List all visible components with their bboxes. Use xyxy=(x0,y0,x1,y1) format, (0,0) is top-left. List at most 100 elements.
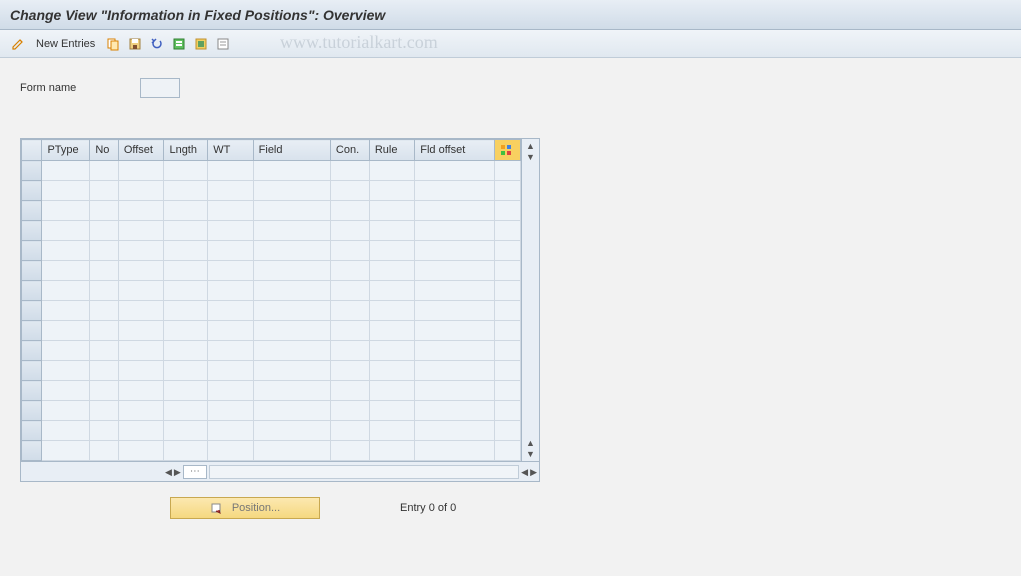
grid-cell[interactable] xyxy=(369,361,414,381)
grid-cell[interactable] xyxy=(42,261,90,281)
grid-cell[interactable] xyxy=(164,181,208,201)
grid-cell[interactable] xyxy=(415,321,495,341)
grid-cell[interactable] xyxy=(369,421,414,441)
row-selector[interactable] xyxy=(22,441,42,461)
grid-cell[interactable] xyxy=(369,441,414,461)
grid-cell[interactable] xyxy=(164,301,208,321)
grid-cell[interactable] xyxy=(415,361,495,381)
grid-cell[interactable] xyxy=(253,421,330,441)
col-wt[interactable]: WT xyxy=(208,140,253,161)
grid-cell[interactable] xyxy=(253,301,330,321)
grid-cell[interactable] xyxy=(494,201,520,221)
grid-cell[interactable] xyxy=(90,441,118,461)
grid-cell[interactable] xyxy=(415,301,495,321)
grid-cell[interactable] xyxy=(369,381,414,401)
col-ptype[interactable]: PType xyxy=(42,140,90,161)
grid-cell[interactable] xyxy=(208,381,253,401)
grid-cell[interactable] xyxy=(42,381,90,401)
grid-cell[interactable] xyxy=(494,241,520,261)
grid-cell[interactable] xyxy=(164,381,208,401)
grid-cell[interactable] xyxy=(42,421,90,441)
grid-cell[interactable] xyxy=(253,281,330,301)
grid-cell[interactable] xyxy=(90,161,118,181)
grid-cell[interactable] xyxy=(164,241,208,261)
grid-cell[interactable] xyxy=(369,241,414,261)
grid-cell[interactable] xyxy=(42,241,90,261)
grid-cell[interactable] xyxy=(415,441,495,461)
row-selector[interactable] xyxy=(22,421,42,441)
grid-cell[interactable] xyxy=(330,241,369,261)
grid-cell[interactable] xyxy=(42,161,90,181)
grid-cell[interactable] xyxy=(494,321,520,341)
grid-cell[interactable] xyxy=(330,381,369,401)
edit-icon[interactable] xyxy=(10,36,26,52)
grid-cell[interactable] xyxy=(330,221,369,241)
grid-cell[interactable] xyxy=(90,301,118,321)
new-entries-button[interactable]: New Entries xyxy=(36,38,95,50)
grid-cell[interactable] xyxy=(208,361,253,381)
grid-cell[interactable] xyxy=(208,241,253,261)
grid-cell[interactable] xyxy=(208,281,253,301)
grid-cell[interactable] xyxy=(118,321,164,341)
grid-cell[interactable] xyxy=(494,221,520,241)
grid-cell[interactable] xyxy=(164,261,208,281)
grid-cell[interactable] xyxy=(118,401,164,421)
grid-cell[interactable] xyxy=(494,401,520,421)
grid-cell[interactable] xyxy=(42,301,90,321)
grid-cell[interactable] xyxy=(253,161,330,181)
grid-cell[interactable] xyxy=(330,301,369,321)
grid-cell[interactable] xyxy=(164,281,208,301)
row-selector[interactable] xyxy=(22,301,42,321)
grid-cell[interactable] xyxy=(164,441,208,461)
row-selector[interactable] xyxy=(22,221,42,241)
grid-cell[interactable] xyxy=(330,401,369,421)
row-selector[interactable] xyxy=(22,261,42,281)
grid-cell[interactable] xyxy=(90,361,118,381)
grid-cell[interactable] xyxy=(42,441,90,461)
grid-cell[interactable] xyxy=(208,261,253,281)
grid-cell[interactable] xyxy=(118,181,164,201)
grid-cell[interactable] xyxy=(208,181,253,201)
grid-cell[interactable] xyxy=(330,441,369,461)
grid-cell[interactable] xyxy=(330,281,369,301)
grid-cell[interactable] xyxy=(90,381,118,401)
grid-cell[interactable] xyxy=(415,341,495,361)
grid-cell[interactable] xyxy=(330,361,369,381)
grid-cell[interactable] xyxy=(118,261,164,281)
grid-cell[interactable] xyxy=(90,341,118,361)
vertical-scrollbar[interactable]: ▲ ▼ ▲ ▼ xyxy=(521,139,539,461)
grid-cell[interactable] xyxy=(369,401,414,421)
grid-cell[interactable] xyxy=(118,361,164,381)
grid-cell[interactable] xyxy=(164,401,208,421)
position-button[interactable]: Position... xyxy=(170,497,320,519)
grid-cell[interactable] xyxy=(253,341,330,361)
grid-cell[interactable] xyxy=(415,261,495,281)
grid-cell[interactable] xyxy=(369,221,414,241)
grid-cell[interactable] xyxy=(494,341,520,361)
grid-cell[interactable] xyxy=(90,241,118,261)
grid-cell[interactable] xyxy=(42,361,90,381)
grid-cell[interactable] xyxy=(42,341,90,361)
grid-cell[interactable] xyxy=(330,181,369,201)
grid-cell[interactable] xyxy=(164,201,208,221)
grid-cell[interactable] xyxy=(330,321,369,341)
grid-cell[interactable] xyxy=(208,341,253,361)
row-selector[interactable] xyxy=(22,241,42,261)
row-selector[interactable] xyxy=(22,201,42,221)
scroll-up-end-icon[interactable]: ▲ xyxy=(526,438,535,448)
grid-cell[interactable] xyxy=(118,161,164,181)
grid-cell[interactable] xyxy=(415,281,495,301)
grid-cell[interactable] xyxy=(42,201,90,221)
scroll-right-icon[interactable]: ▶ xyxy=(174,467,181,477)
row-selector[interactable] xyxy=(22,161,42,181)
row-selector[interactable] xyxy=(22,281,42,301)
grid-cell[interactable] xyxy=(164,221,208,241)
grid-cell[interactable] xyxy=(369,181,414,201)
scroll-down-icon[interactable]: ▼ xyxy=(526,152,535,162)
grid-cell[interactable] xyxy=(118,421,164,441)
grid-cell[interactable] xyxy=(494,381,520,401)
row-selector[interactable] xyxy=(22,381,42,401)
grid-cell[interactable] xyxy=(164,361,208,381)
grid-cell[interactable] xyxy=(369,301,414,321)
col-rule[interactable]: Rule xyxy=(369,140,414,161)
